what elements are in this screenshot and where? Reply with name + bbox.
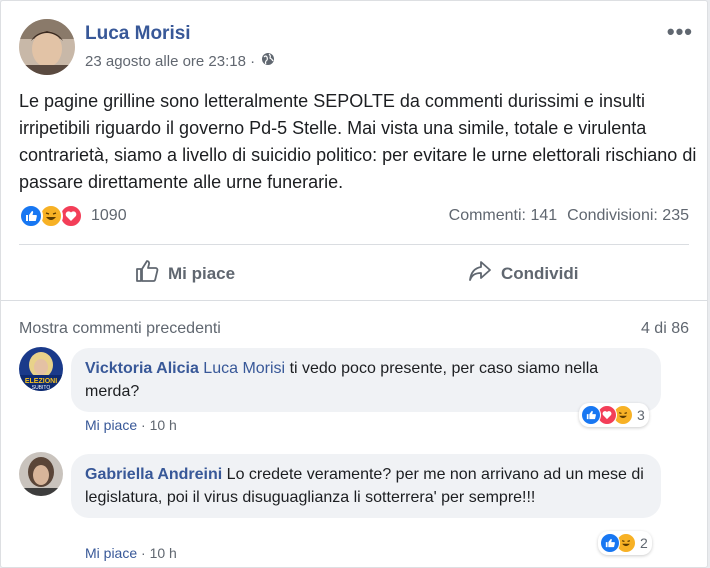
- share-label: Condividi: [501, 263, 579, 283]
- post-text: Le pagine grilline sono letteralmente SE…: [19, 91, 697, 192]
- comment-time[interactable]: · 10 h: [141, 545, 177, 561]
- shares-count[interactable]: Condivisioni: 235: [567, 207, 689, 225]
- comment-reaction-count: 3: [637, 407, 645, 423]
- comment-reactions[interactable]: 2: [598, 531, 652, 555]
- divider: [19, 244, 689, 245]
- reaction-count: 1090: [91, 207, 127, 224]
- avatar-subtext: SUBITO: [32, 385, 51, 391]
- post-meta: 23 agosto alle ore 23:18 ·: [85, 52, 275, 70]
- thumbs-up-icon: [134, 258, 160, 289]
- post-stats: Commenti: 141 Condivisioni: 235: [449, 207, 689, 225]
- comment-mention[interactable]: Luca Morisi: [203, 360, 285, 377]
- comment-bubble: Gabriella Andreini Lo credete veramente?…: [71, 454, 661, 518]
- comment-author[interactable]: Vicktoria Alicia: [85, 360, 199, 377]
- comment-actions: Mi piace · 10 h: [85, 417, 177, 433]
- globe-icon: [261, 52, 275, 70]
- more-options-icon[interactable]: •••: [667, 19, 693, 45]
- reactions-summary[interactable]: 1090: [19, 204, 127, 228]
- like-button[interactable]: Mi piace: [134, 258, 235, 289]
- comment-author[interactable]: Gabriella Andreini: [85, 466, 222, 483]
- comment-reaction-count: 2: [640, 535, 648, 551]
- like-reaction-icon: [581, 405, 601, 425]
- section-divider: [1, 300, 707, 301]
- comment-bubble: Vicktoria Alicia Luca Morisi ti vedo poc…: [71, 348, 661, 412]
- comment-like-link[interactable]: Mi piace: [85, 417, 137, 433]
- share-arrow-icon: [467, 258, 493, 289]
- post-timestamp[interactable]: 23 agosto alle ore 23:18 ·: [85, 53, 255, 70]
- comment-avatar[interactable]: ELEZIONI SUBITO: [19, 347, 63, 391]
- post-card: Luca Morisi 23 agosto alle ore 23:18 · •…: [0, 0, 708, 568]
- avatar-text: ELEZIONI: [25, 378, 57, 385]
- like-label: Mi piace: [168, 263, 236, 283]
- author-avatar[interactable]: [19, 19, 75, 75]
- author-name[interactable]: Luca Morisi: [85, 23, 191, 45]
- comment-avatar[interactable]: [19, 452, 63, 496]
- comments-pagination-count: 4 di 86: [640, 320, 689, 337]
- comment-reactions[interactable]: 3: [579, 403, 649, 427]
- show-previous-comments-link[interactable]: Mostra commenti precedenti: [19, 320, 221, 338]
- comments-count[interactable]: Commenti: 141: [449, 207, 558, 225]
- share-button[interactable]: Condividi: [467, 258, 578, 289]
- comment-actions: Mi piace · 10 h: [85, 545, 177, 561]
- like-reaction-icon: [19, 204, 43, 228]
- comment-like-link[interactable]: Mi piace: [85, 545, 137, 561]
- like-reaction-icon: [600, 533, 620, 553]
- comment-time[interactable]: · 10 h: [141, 417, 177, 433]
